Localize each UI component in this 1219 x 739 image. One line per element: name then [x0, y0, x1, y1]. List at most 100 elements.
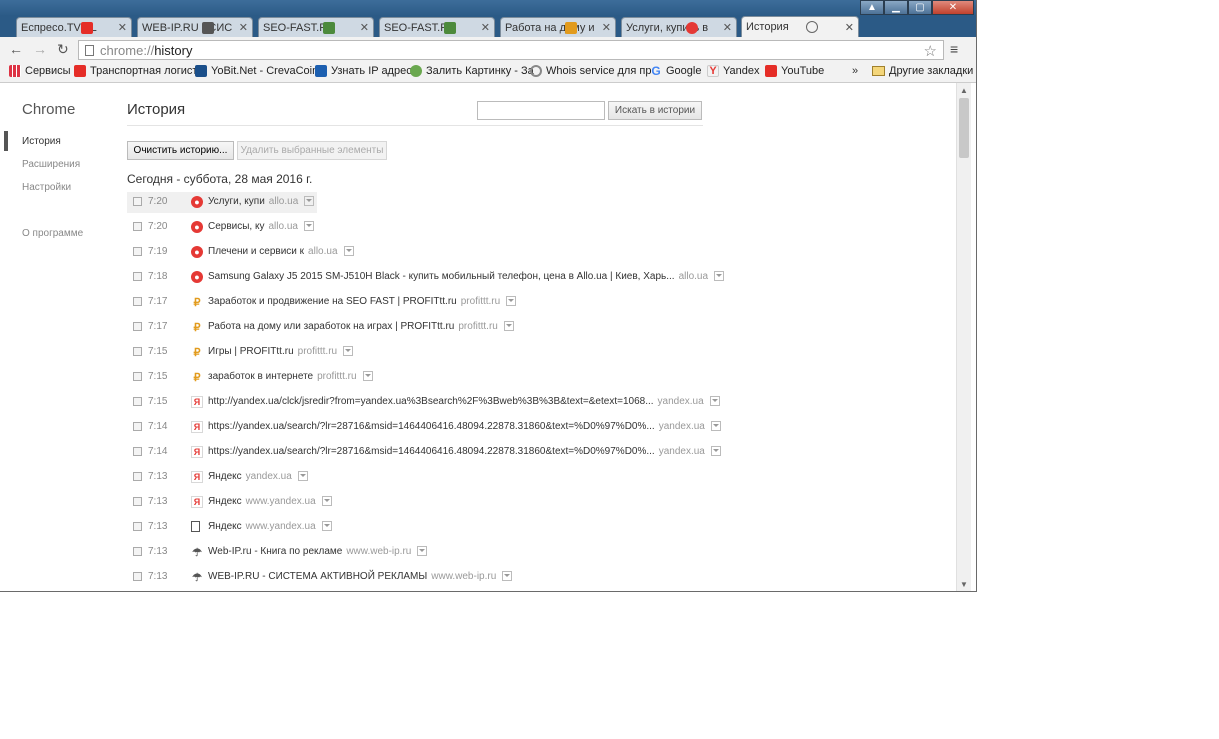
- back-icon[interactable]: ←: [9, 41, 23, 57]
- entry-menu-icon[interactable]: [417, 546, 428, 557]
- tab[interactable]: Eспресо.TV - L ✕: [16, 17, 132, 37]
- entry-checkbox[interactable]: [133, 347, 142, 356]
- bookmark-item[interactable]: YouTube: [765, 65, 824, 77]
- entry-menu-icon[interactable]: [303, 221, 314, 232]
- sidebar-item-about[interactable]: О программе: [22, 228, 83, 239]
- entry-link[interactable]: заработок в интернете profittt.ru: [208, 371, 373, 382]
- bookmark-item[interactable]: YoBit.Net - CrevaCoin: [195, 65, 318, 77]
- entry-link[interactable]: http://yandex.ua/clck/jsredir?from=yande…: [208, 396, 720, 407]
- scroll-up-icon[interactable]: ▲: [960, 86, 968, 95]
- scroll-down-icon[interactable]: ▼: [960, 580, 968, 589]
- entry-checkbox[interactable]: [133, 222, 142, 231]
- history-entry[interactable]: 7:15 ₽ Игры | PROFITtt.ru profittt.ru: [127, 342, 707, 363]
- entry-checkbox[interactable]: [133, 372, 142, 381]
- search-input[interactable]: [477, 101, 605, 120]
- history-entry[interactable]: 7:17 ₽ Заработок и продвижение на SEO FAST…: [127, 292, 707, 313]
- entry-link[interactable]: Работа на дому или заработок на играх | …: [208, 321, 514, 332]
- entry-link[interactable]: Яндекс www.yandex.ua: [208, 521, 332, 532]
- entry-menu-icon[interactable]: [710, 446, 721, 457]
- entry-link[interactable]: Сервисы, ку allo.ua: [208, 221, 314, 232]
- entry-link[interactable]: Samsung Galaxy J5 2015 SM-J510H Black - …: [208, 271, 725, 282]
- entry-checkbox[interactable]: [133, 447, 142, 456]
- entry-link[interactable]: Заработок и продвижение на SEO FAST | PR…: [208, 296, 517, 307]
- sidebar-item-settings[interactable]: Настройки: [22, 182, 71, 193]
- tab[interactable]: Услуги, купить в ✕: [621, 17, 737, 37]
- bookmark-item[interactable]: Залить Картинку - За: [410, 65, 534, 77]
- entry-link[interactable]: Web-IP.ru - Книга по рекламе www.web-ip.r…: [208, 546, 428, 557]
- history-entry[interactable]: 7:20 ● Сервисы, ку allo.ua: [127, 217, 707, 238]
- entry-menu-icon[interactable]: [502, 571, 513, 582]
- entry-checkbox[interactable]: [133, 572, 142, 581]
- maximize-button[interactable]: ▢: [908, 0, 932, 15]
- entry-menu-icon[interactable]: [297, 471, 308, 482]
- close-window-button[interactable]: ✕: [932, 0, 974, 15]
- history-entry[interactable]: 7:17 ₽ Работа на дому или заработок на игр…: [127, 317, 707, 338]
- tab[interactable]: SEO-FAST.RU ✕: [258, 17, 374, 37]
- entry-menu-icon[interactable]: [343, 346, 354, 357]
- clear-history-button[interactable]: Очистить историю...: [127, 141, 234, 160]
- scroll-thumb[interactable]: [959, 98, 969, 158]
- entry-checkbox[interactable]: [133, 547, 142, 556]
- entry-link[interactable]: Игры | PROFITtt.ru profittt.ru: [208, 346, 354, 357]
- history-entry[interactable]: 7:19 ● Плечени и сервиси к allo.ua: [127, 242, 707, 263]
- entry-menu-icon[interactable]: [321, 521, 332, 532]
- scrollbar[interactable]: ▲ ▼: [956, 83, 971, 591]
- bookmark-item[interactable]: Y Yandex: [707, 65, 760, 77]
- entry-checkbox[interactable]: [133, 297, 142, 306]
- minimize-button[interactable]: ▁: [884, 0, 908, 15]
- close-tab-icon[interactable]: ✕: [845, 21, 854, 34]
- entry-menu-icon[interactable]: [714, 271, 725, 282]
- tab-active[interactable]: История ✕: [741, 16, 859, 37]
- bookmark-item[interactable]: Транспортная логист: [74, 65, 197, 77]
- reload-icon[interactable]: ↻: [57, 41, 69, 58]
- remove-selected-button[interactable]: Удалить выбранные элементы: [237, 141, 387, 160]
- entry-link[interactable]: Плечени и сервиси к allo.ua: [208, 246, 354, 257]
- sidebar-item-history[interactable]: История: [22, 136, 61, 147]
- entry-menu-icon[interactable]: [304, 196, 315, 207]
- entry-link[interactable]: Услуги, купи allo.ua: [208, 196, 315, 207]
- history-entry[interactable]: 7:13 Я Яндекс yandex.ua: [127, 467, 707, 488]
- forward-icon[interactable]: →: [33, 41, 47, 57]
- entry-link[interactable]: Яндекс www.yandex.ua: [208, 496, 332, 507]
- entry-menu-icon[interactable]: [362, 371, 373, 382]
- address-bar[interactable]: chrome://history ☆: [78, 40, 944, 60]
- bookmark-star-icon[interactable]: ☆: [924, 42, 937, 60]
- entry-link[interactable]: https://yandex.ua/search/?lr=28716&msid=…: [208, 446, 721, 457]
- entry-checkbox[interactable]: [133, 322, 142, 331]
- close-tab-icon[interactable]: ✕: [118, 21, 127, 34]
- close-tab-icon[interactable]: ✕: [239, 21, 248, 34]
- entry-menu-icon[interactable]: [503, 321, 514, 332]
- entry-checkbox[interactable]: [133, 422, 142, 431]
- close-tab-icon[interactable]: ✕: [481, 21, 490, 34]
- entry-checkbox[interactable]: [133, 197, 142, 206]
- history-entry[interactable]: 7:13 ☂ WEB-IP.RU - СИСТЕМА АКТИВНОЙ РЕКЛАМ…: [127, 567, 707, 588]
- history-entry[interactable]: 7:13 Я Яндекс www.yandex.ua: [127, 492, 707, 513]
- user-icon[interactable]: ▲: [860, 0, 884, 15]
- bookmark-item[interactable]: Узнать IP адрес: [315, 65, 412, 77]
- bookmark-item[interactable]: Whois service для пр: [530, 65, 651, 77]
- history-entry[interactable]: 7:15 Яhttp://yandex.ua/clck/jsredir?from=…: [127, 392, 720, 413]
- other-bookmarks-folder[interactable]: Другие закладки: [872, 65, 973, 77]
- entry-checkbox[interactable]: [133, 397, 142, 406]
- history-entry[interactable]: 7:13 ☂ Web-IP.ru - Книга по рекламе www.web…: [127, 542, 707, 563]
- history-entry[interactable]: 7:20 ● Услуги, купи allo.ua: [127, 192, 707, 213]
- entry-menu-icon[interactable]: [709, 396, 720, 407]
- entry-checkbox[interactable]: [133, 497, 142, 506]
- entry-link[interactable]: Яндекс yandex.ua: [208, 471, 308, 482]
- bookmarks-overflow-button[interactable]: »: [852, 65, 858, 77]
- search-history-button[interactable]: Искать в истории: [608, 101, 702, 120]
- history-entry[interactable]: 7:15 ₽ заработок в интернете profittt.ru: [127, 367, 707, 388]
- bookmark-item[interactable]: Сервисы: [9, 65, 71, 77]
- entry-checkbox[interactable]: [133, 472, 142, 481]
- entry-menu-icon[interactable]: [343, 246, 354, 257]
- entry-menu-icon[interactable]: [710, 421, 721, 432]
- entry-link[interactable]: https://yandex.ua/search/?lr=28716&msid=…: [208, 421, 721, 432]
- tab[interactable]: SEO-FAST.RU ✕: [379, 17, 495, 37]
- close-tab-icon[interactable]: ✕: [602, 21, 611, 34]
- bookmark-item[interactable]: G Google: [650, 64, 701, 78]
- close-tab-icon[interactable]: ✕: [723, 21, 732, 34]
- tab[interactable]: Работа на дому и ✕: [500, 17, 616, 37]
- menu-icon[interactable]: ≡: [950, 41, 958, 57]
- history-entry[interactable]: 7:14 Яhttps://yandex.ua/search/?lr=28716&…: [127, 442, 721, 463]
- entry-checkbox[interactable]: [133, 272, 142, 281]
